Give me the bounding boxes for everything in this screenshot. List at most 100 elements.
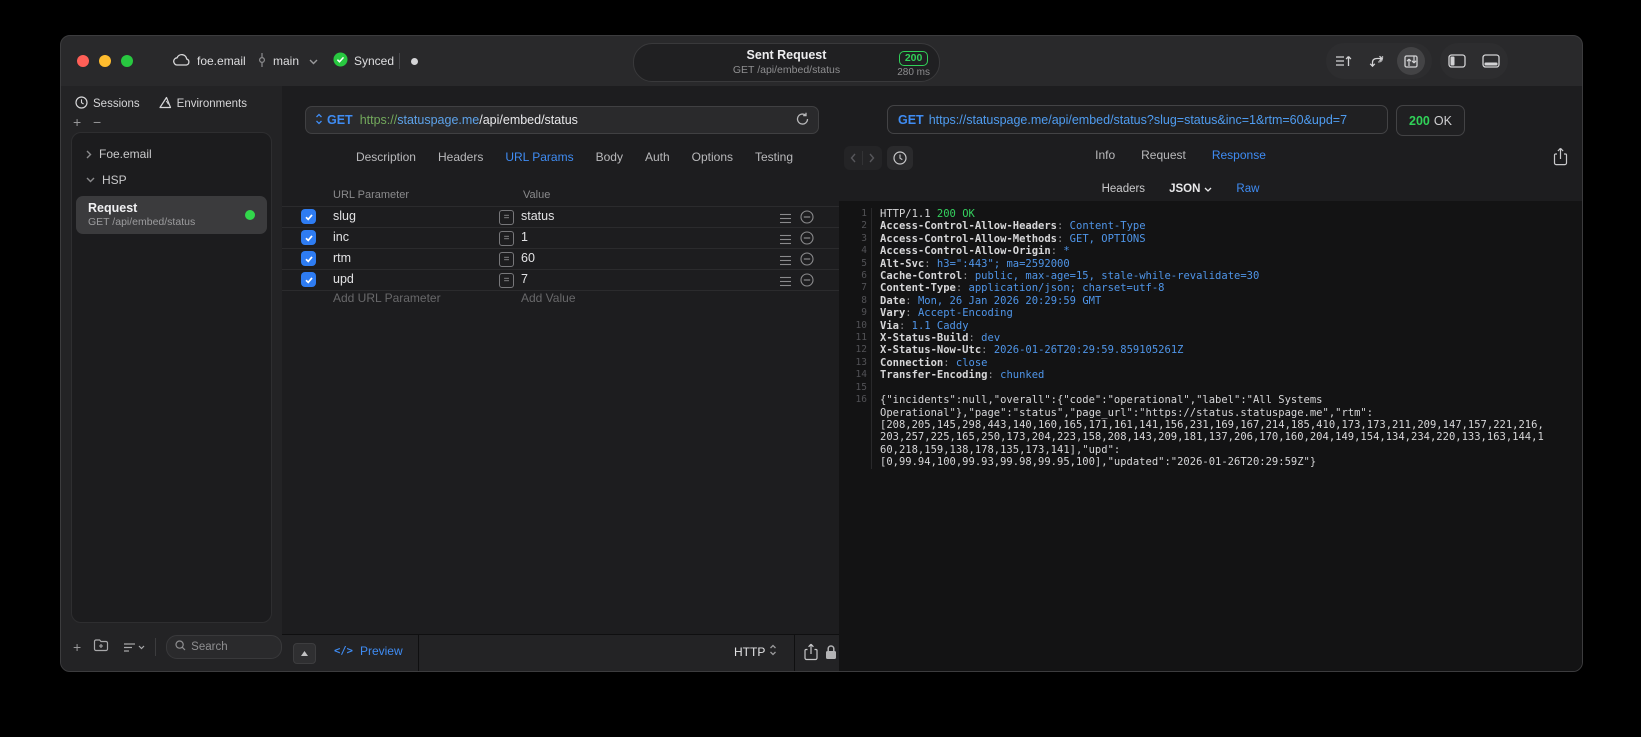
tab-description[interactable]: Description bbox=[356, 150, 416, 170]
code-line: 10 Via: 1.1 Caddy bbox=[839, 319, 1582, 333]
project-cloud[interactable]: foe.email bbox=[173, 36, 246, 86]
add-param-value-placeholder[interactable]: Add Value bbox=[521, 291, 576, 305]
share-icon[interactable] bbox=[1553, 147, 1568, 171]
remove-param-icon[interactable] bbox=[800, 273, 814, 292]
line-number: 5 bbox=[839, 257, 872, 271]
tab-headers[interactable]: Headers bbox=[438, 150, 483, 170]
response-raw-view[interactable]: 1 HTTP/1.1 200 OK 2 Access-Control-Allow-He… bbox=[839, 201, 1582, 671]
line-number: 11 bbox=[839, 332, 872, 345]
code-line: 16 {"incidents":null,"overall":{"code":"o… bbox=[839, 394, 1582, 407]
line-number: 1 bbox=[839, 208, 872, 221]
drag-handle-icon[interactable] bbox=[779, 211, 792, 229]
param-row[interactable]: upd = 7 bbox=[282, 270, 839, 291]
remove-param-icon[interactable] bbox=[800, 210, 814, 229]
param-value[interactable]: status bbox=[521, 209, 554, 223]
search-placeholder: Search bbox=[191, 641, 228, 653]
remove-param-icon[interactable] bbox=[800, 231, 814, 250]
add-session-button[interactable]: + bbox=[73, 114, 81, 130]
share-icon[interactable] bbox=[804, 643, 818, 666]
tree-group-hsp[interactable]: HSP bbox=[72, 167, 271, 193]
param-name[interactable]: upd bbox=[333, 272, 354, 286]
code-line: 9 Vary: Accept-Encoding bbox=[839, 307, 1582, 320]
toggle-bottom-panel-icon[interactable] bbox=[1474, 43, 1508, 79]
code-text: HTTP/1.1 200 OK bbox=[880, 208, 975, 220]
request-summary-pill[interactable]: Sent Request GET /api/embed/status 200 2… bbox=[633, 43, 940, 82]
zoom-window-button[interactable] bbox=[121, 55, 133, 67]
tab-request[interactable]: Request bbox=[1141, 148, 1186, 168]
param-checkbox[interactable] bbox=[301, 209, 316, 224]
param-checkbox[interactable] bbox=[301, 251, 316, 266]
param-checkbox[interactable] bbox=[301, 230, 316, 245]
subtab-json[interactable]: JSON bbox=[1169, 183, 1212, 195]
preview-button[interactable]: </> Preview bbox=[334, 644, 403, 658]
sync-arrows-button[interactable] bbox=[1360, 43, 1394, 79]
param-row[interactable]: slug = status bbox=[282, 207, 839, 228]
tab-options[interactable]: Options bbox=[692, 150, 733, 170]
url-host: statuspage.me bbox=[397, 113, 480, 127]
new-folder-icon[interactable] bbox=[93, 638, 109, 657]
list-options-icon[interactable] bbox=[123, 642, 145, 653]
sort-lines-button[interactable] bbox=[1326, 43, 1360, 79]
sidebar-item-request[interactable]: Request GET /api/embed/status bbox=[76, 196, 267, 234]
tab-response[interactable]: Response bbox=[1212, 148, 1266, 168]
param-name[interactable]: inc bbox=[333, 230, 349, 244]
remove-param-icon[interactable] bbox=[800, 252, 814, 271]
line-number: 13 bbox=[839, 356, 872, 370]
close-window-button[interactable] bbox=[77, 55, 89, 67]
minimize-window-button[interactable] bbox=[99, 55, 111, 67]
param-name[interactable]: rtm bbox=[333, 251, 351, 265]
drag-handle-icon[interactable] bbox=[779, 253, 792, 271]
subtab-headers[interactable]: Headers bbox=[1102, 183, 1145, 195]
tab-auth[interactable]: Auth bbox=[645, 150, 670, 170]
branch-selector[interactable]: main bbox=[257, 36, 318, 86]
toggle-left-sidebar-icon[interactable] bbox=[1440, 43, 1474, 79]
line-number: 16 bbox=[839, 394, 872, 407]
subtab-raw[interactable]: Raw bbox=[1236, 183, 1259, 195]
chevron-down-icon bbox=[1204, 183, 1212, 195]
url-path: /api/embed/status bbox=[479, 113, 578, 127]
response-tabs: Info Request Response bbox=[839, 148, 1522, 168]
remove-session-button[interactable]: − bbox=[93, 114, 101, 130]
reload-icon[interactable] bbox=[796, 112, 809, 129]
drag-handle-icon[interactable] bbox=[779, 274, 792, 292]
tab-url-params[interactable]: URL Params bbox=[505, 150, 573, 170]
tab-environments[interactable]: Environments bbox=[158, 96, 247, 112]
request-editor-tabs: Description Headers URL Params Body Auth Opti… bbox=[282, 150, 839, 170]
request-response-view-button[interactable] bbox=[1394, 43, 1428, 79]
add-item-button[interactable]: + bbox=[73, 639, 81, 655]
search-input[interactable]: Search bbox=[166, 635, 282, 659]
param-value[interactable]: 7 bbox=[521, 272, 528, 286]
collapse-panel-button[interactable] bbox=[293, 643, 316, 664]
sync-status[interactable]: Synced bbox=[333, 36, 394, 86]
app-window: foe.email main Synced Sent Request GET /… bbox=[60, 35, 1583, 672]
line-number bbox=[839, 418, 872, 432]
param-value[interactable]: 1 bbox=[521, 230, 528, 244]
code-line: [208,205,145,298,443,140,160,165,171,161… bbox=[839, 418, 1582, 432]
param-value[interactable]: 60 bbox=[521, 251, 535, 265]
code-icon: </> bbox=[334, 645, 353, 657]
param-name[interactable]: slug bbox=[333, 209, 356, 223]
tab-sessions[interactable]: Sessions bbox=[75, 96, 140, 112]
response-subtabs: Headers JSON Raw bbox=[839, 180, 1522, 198]
drag-handle-icon[interactable] bbox=[779, 232, 792, 250]
add-param-name-placeholder[interactable]: Add URL Parameter bbox=[333, 291, 441, 305]
code-text: [0,99.94,100,99.93,99.98,99.95,100],"upd… bbox=[880, 456, 1317, 469]
tab-info[interactable]: Info bbox=[1095, 148, 1115, 168]
tab-body[interactable]: Body bbox=[596, 150, 623, 170]
param-checkbox[interactable] bbox=[301, 272, 316, 287]
line-number: 8 bbox=[839, 294, 872, 308]
sync-label: Synced bbox=[354, 54, 395, 68]
response-url-field[interactable]: GET https://statuspage.me/api/embed/stat… bbox=[887, 105, 1388, 134]
response-status-box: 200 OK bbox=[1396, 105, 1465, 136]
tab-testing[interactable]: Testing bbox=[755, 150, 793, 170]
param-row[interactable]: rtm = 60 bbox=[282, 249, 839, 270]
lock-icon[interactable] bbox=[825, 644, 837, 665]
protocol-selector[interactable]: HTTP bbox=[734, 644, 777, 659]
tree-group-foe-email[interactable]: Foe.email bbox=[72, 141, 271, 167]
param-row[interactable]: inc = 1 bbox=[282, 228, 839, 249]
request-url-field[interactable]: GET https://statuspage.me/api/embed/stat… bbox=[305, 106, 819, 134]
column-header-name: URL Parameter bbox=[333, 189, 410, 201]
equals-icon: = bbox=[499, 231, 514, 246]
sidebar: Sessions Environments + − Foe.email HSP … bbox=[61, 86, 283, 671]
line-number: 4 bbox=[839, 245, 872, 258]
